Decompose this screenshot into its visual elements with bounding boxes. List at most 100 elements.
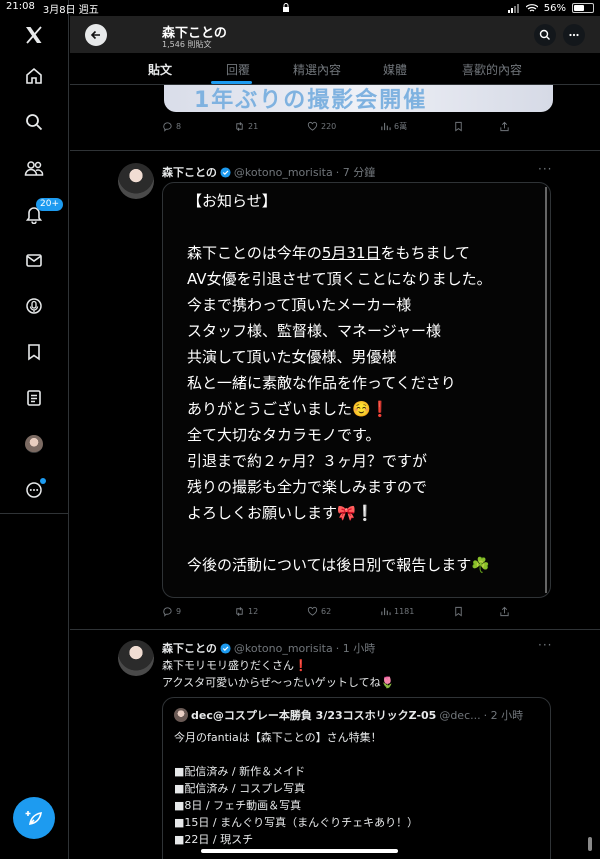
- bookmarks-nav-button[interactable]: [14, 332, 54, 372]
- prev-tweet-banner-text: 1年ぶりの撮影会開催: [194, 88, 428, 112]
- retweet-icon: [236, 122, 243, 131]
- home-indicator[interactable]: [201, 849, 398, 853]
- tweet2-time[interactable]: · 1 小時: [336, 640, 376, 656]
- battery-icon: [572, 3, 594, 13]
- tab-highlights[interactable]: 精選內容: [293, 61, 341, 78]
- quoted-author-name: dec@コスプレー本勝負 3/23コスホリックZ-05: [191, 709, 437, 722]
- tweet1-handle[interactable]: @kotono_morisita: [234, 166, 333, 179]
- search-nav-button[interactable]: [14, 102, 54, 142]
- home-nav-button[interactable]: [14, 56, 54, 96]
- spaces-nav-button[interactable]: [14, 286, 54, 326]
- tweet2-more-button[interactable]: ···: [538, 638, 552, 652]
- sidebar-divider: [0, 513, 69, 514]
- bookmark-button[interactable]: [453, 606, 464, 617]
- image-scrollbar: [545, 187, 547, 593]
- image-line-11: 残りの撮影も全力で楽しみますので: [187, 478, 428, 496]
- tweet1-actions: 9 12 62 1181: [162, 606, 512, 620]
- tweet-divider: [70, 150, 600, 151]
- image-line-1: 【お知らせ】: [187, 192, 277, 210]
- image-line-10: 引退まで約２ヶ月？３ヶ月？ですが: [187, 452, 428, 470]
- quoted-time: · 2 小時: [483, 709, 524, 722]
- image-line-4: 今まで携わって頂いたメーカー様: [187, 296, 412, 314]
- tweet1-header: 森下ことの @kotono_morisita · 7 分鐘: [162, 164, 375, 180]
- x-logo-icon: [26, 26, 42, 44]
- bookmark-button[interactable]: [453, 121, 464, 132]
- notifications-nav-button[interactable]: 20+: [14, 194, 63, 234]
- tweet2-text-line-1: 森下モリモリ盛りだくさん❗️: [162, 659, 308, 672]
- image-line-2a: 森下ことのは今年の: [187, 244, 322, 262]
- tab-media[interactable]: 媒體: [383, 61, 407, 78]
- profile-nav-button[interactable]: [14, 424, 54, 464]
- profile-header: 森下ことの 1,546 則貼文: [70, 16, 600, 53]
- tweet2-header: 森下ことの @kotono_morisita · 1 小時: [162, 640, 375, 656]
- image-line-9: 全て大切なタカラモノです。: [187, 426, 381, 444]
- search-icon: [26, 114, 43, 131]
- share-button[interactable]: [499, 606, 510, 617]
- retweet-icon: [236, 607, 243, 616]
- share-button[interactable]: [499, 121, 510, 132]
- image-line-2: 森下ことのは今年の5月31日をもちまして: [187, 242, 470, 263]
- views-button[interactable]: 1181: [380, 606, 414, 617]
- quoted-line-2: ■配信済み / 新作＆メイド: [174, 765, 306, 778]
- views-button[interactable]: 6萬: [380, 121, 407, 132]
- search-icon: [539, 29, 550, 40]
- arrow-left-icon: [90, 30, 100, 40]
- tweet2-avatar[interactable]: [118, 640, 154, 676]
- active-tab-indicator: [211, 81, 252, 84]
- quoted-line-4: ■8日 / フェチ動画＆写真: [174, 799, 302, 812]
- x-logo-button[interactable]: [14, 15, 54, 55]
- status-time: 21:08: [6, 0, 35, 12]
- retweet-button[interactable]: 12: [234, 606, 258, 617]
- tweet2-handle[interactable]: @kotono_morisita: [234, 642, 333, 655]
- like-button[interactable]: 220: [307, 121, 336, 132]
- verified-badge-icon: [220, 642, 231, 654]
- views-icon: [381, 607, 391, 616]
- reply-button[interactable]: 8: [162, 121, 181, 132]
- tweet1-avatar[interactable]: [118, 163, 154, 199]
- tweet1-image[interactable]: 【お知らせ】 森下ことのは今年の5月31日をもちまして AV女優を引退させて頂く…: [162, 182, 551, 598]
- retweet-count: 21: [248, 122, 259, 131]
- tweet2-text-line-2: アクスタ可愛いからぜ〜ったいゲットしてね🌷: [162, 676, 395, 689]
- list-icon: [27, 390, 41, 406]
- battery-text: 56%: [543, 2, 566, 14]
- image-line-2c: をもちまして: [380, 244, 471, 262]
- quoted-line-1: 今月のfantiaは【森下ことの】さん特集！: [174, 731, 382, 744]
- header-post-count: 1,546 則貼文: [162, 40, 212, 49]
- prev-tweet-actions: 8 21 220 6萬: [162, 121, 512, 135]
- more-nav-button[interactable]: [14, 470, 54, 510]
- notification-badge: 20+: [36, 198, 63, 211]
- share-icon: [500, 121, 509, 132]
- tweet1-more-button[interactable]: ···: [538, 162, 552, 176]
- scroll-indicator[interactable]: [588, 837, 592, 851]
- image-line-7: 私と一緒に素敵な作品を作ってくださり: [187, 374, 456, 392]
- spaces-icon: [26, 298, 42, 314]
- tweet1-time[interactable]: · 7 分鐘: [336, 164, 376, 180]
- tweet1-author-name[interactable]: 森下ことの: [162, 164, 217, 180]
- messages-nav-button[interactable]: [14, 240, 54, 280]
- prev-tweet-image[interactable]: 1年ぶりの撮影会開催: [164, 84, 553, 112]
- feather-plus-icon: [25, 811, 42, 825]
- header-more-button[interactable]: [563, 24, 585, 46]
- image-line-13: 今後の活動については後日別で報告します☘️: [187, 556, 490, 574]
- mail-icon: [26, 254, 42, 267]
- image-line-2-date: 5月31日: [321, 244, 381, 262]
- image-line-3: AV女優を引退させて頂くことになりました。: [187, 270, 492, 288]
- tab-replies[interactable]: 回覆: [226, 61, 250, 78]
- like-button[interactable]: 62: [307, 606, 331, 617]
- like-count: 62: [321, 607, 332, 616]
- retweet-button[interactable]: 21: [234, 121, 258, 132]
- image-line-5: スタッフ様、監督様、マネージャー様: [187, 322, 441, 340]
- screen: 21:08 3月8日 週五 56% 20+ 森下ことの 1,546 則貼文 貼文…: [0, 0, 600, 859]
- tab-likes[interactable]: 喜歡的內容: [462, 61, 522, 78]
- lists-nav-button[interactable]: [14, 378, 54, 418]
- tab-posts[interactable]: 貼文: [148, 61, 172, 78]
- back-button[interactable]: [85, 24, 107, 46]
- compose-button[interactable]: [13, 797, 55, 839]
- quoted-tweet[interactable]: dec@コスプレー本勝負 3/23コスホリックZ-05 @dec... · 2 …: [162, 697, 551, 859]
- communities-nav-button[interactable]: [14, 148, 54, 188]
- sidebar: 20+: [0, 0, 69, 859]
- like-count: 220: [321, 122, 337, 131]
- tweet2-author-name[interactable]: 森下ことの: [162, 640, 217, 656]
- header-search-button[interactable]: [534, 24, 556, 46]
- reply-button[interactable]: 9: [162, 606, 181, 617]
